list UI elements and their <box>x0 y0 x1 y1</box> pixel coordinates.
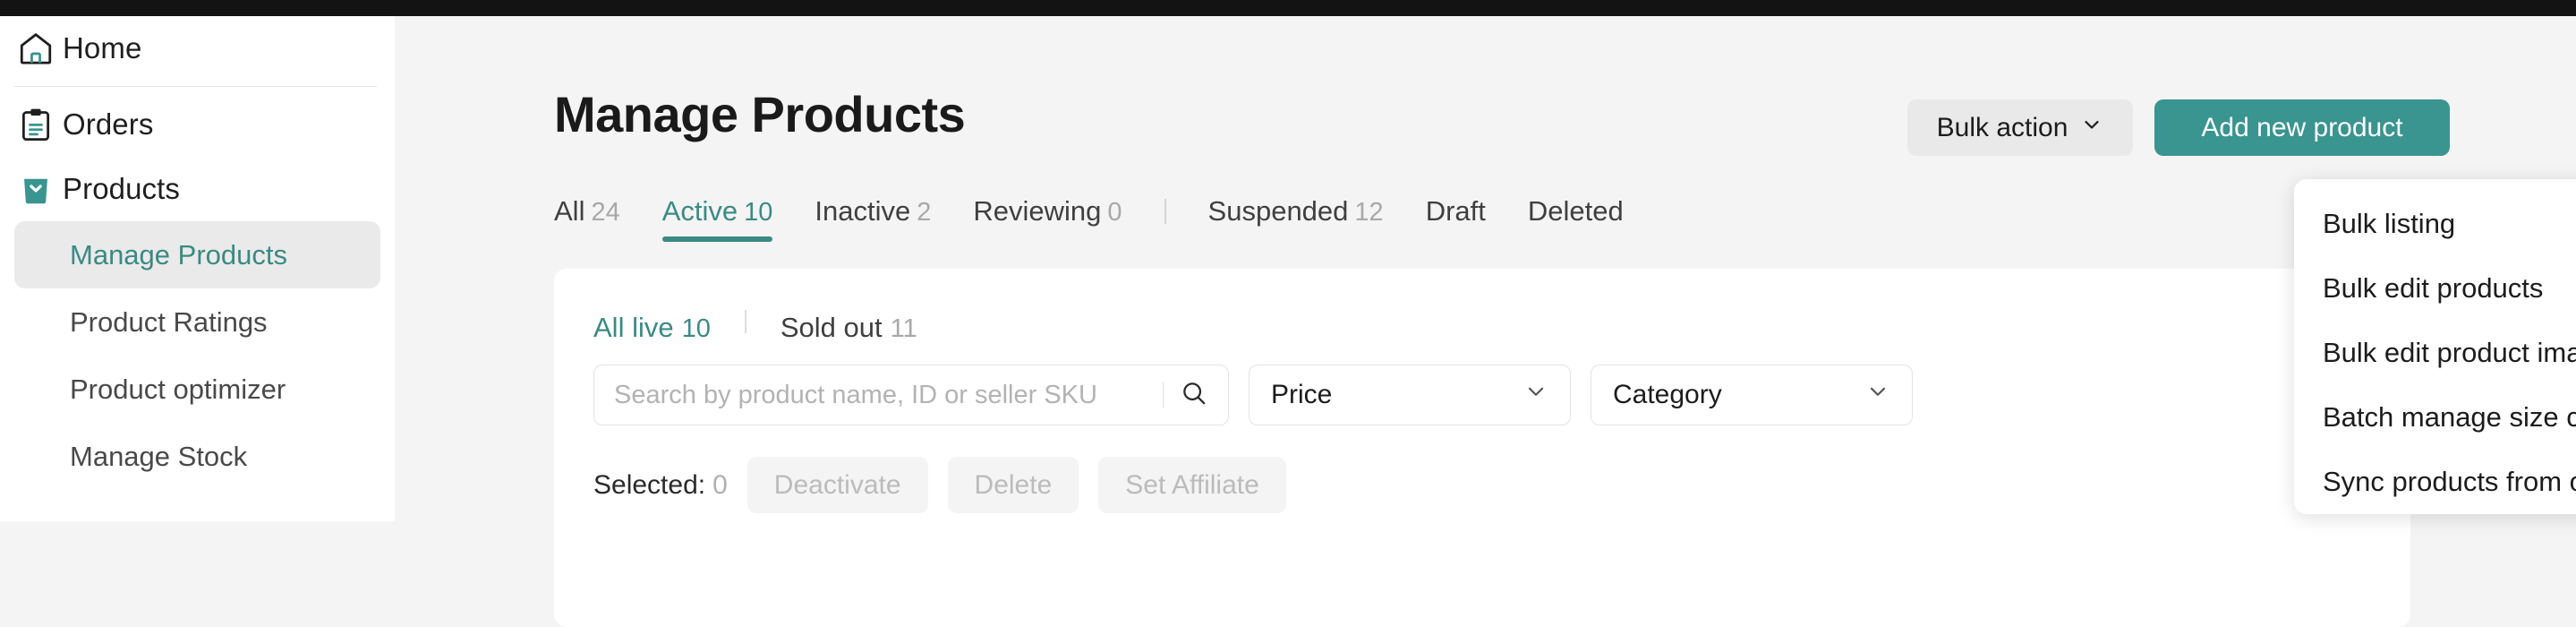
live-tab-divider <box>745 310 746 333</box>
search-placeholder: Search by product name, ID or seller SKU <box>614 381 1163 410</box>
tab-count: 0 <box>1107 198 1122 228</box>
filters-row: Search by product name, ID or seller SKU… <box>593 365 1913 425</box>
tab-deleted[interactable]: Deleted <box>1528 195 1624 242</box>
status-tabs: All 24 Active 10 Inactive 2 Reviewing 0 … <box>554 195 1666 242</box>
menu-item-label: Batch manage size charts <box>2323 401 2576 434</box>
selected-number: 0 <box>712 470 728 501</box>
menu-item-label: Bulk edit products <box>2323 272 2543 305</box>
sidebar-item-manage-stock[interactable]: Manage Stock <box>14 423 380 490</box>
menu-item-label: Bulk edit product images <box>2323 337 2576 369</box>
search-icon[interactable] <box>1180 379 1208 412</box>
main-content: Manage Products Bulk action Add new prod… <box>395 16 2576 521</box>
tab-label: Active <box>662 195 738 228</box>
menu-item-sync-products[interactable]: Sync products from other platforms <box>2294 450 2576 514</box>
sidebar-subitem-label: Manage Stock <box>70 441 247 473</box>
sidebar-item-orders[interactable]: Orders <box>0 92 395 157</box>
chevron-down-icon <box>1865 379 1890 411</box>
chevron-down-icon <box>2080 113 2103 143</box>
sidebar-item-product-optimizer[interactable]: Product optimizer <box>14 356 380 423</box>
sidebar-item-label: Products <box>63 172 180 206</box>
sidebar: Home Orders Products Manage Products Pro… <box>0 16 395 521</box>
live-tab-count: 10 <box>682 314 711 344</box>
selected-count-label: Selected: 0 <box>593 470 728 501</box>
bulk-action-label: Bulk action <box>1937 113 2068 143</box>
menu-item-label: Bulk listing <box>2323 208 2455 240</box>
add-new-product-button[interactable]: Add new product <box>2154 99 2450 156</box>
tab-label: Deleted <box>1528 195 1624 228</box>
sidebar-item-manage-products[interactable]: Manage Products <box>14 221 380 288</box>
tab-count: 24 <box>591 198 619 228</box>
price-filter-select[interactable]: Price <box>1249 365 1571 425</box>
tab-suspended[interactable]: Suspended 12 <box>1208 195 1384 242</box>
bulk-action-dropdown-menu: Bulk listing Bulk edit products Bulk edi… <box>2294 179 2576 514</box>
page-title: Manage Products <box>554 85 965 143</box>
tab-label: All <box>554 195 584 228</box>
search-input[interactable]: Search by product name, ID or seller SKU <box>593 365 1229 425</box>
menu-item-bulk-listing[interactable]: Bulk listing <box>2294 192 2576 256</box>
menu-item-label: Sync products from other platforms <box>2323 466 2576 498</box>
live-tab-count: 11 <box>891 314 917 344</box>
home-icon <box>16 29 55 68</box>
price-filter-label: Price <box>1271 380 1332 410</box>
sidebar-item-label: Orders <box>63 107 153 142</box>
delete-button[interactable]: Delete <box>948 457 1079 513</box>
sidebar-item-products[interactable]: Products <box>0 157 395 221</box>
tab-sold-out[interactable]: Sold out 11 <box>780 312 917 344</box>
menu-item-bulk-edit-product-images[interactable]: Bulk edit product images <box>2294 321 2576 385</box>
tab-count: 2 <box>917 198 931 228</box>
tab-all-live[interactable]: All live 10 <box>593 312 711 344</box>
delete-label: Delete <box>975 470 1053 501</box>
add-new-product-label: Add new product <box>2201 113 2402 143</box>
tab-all[interactable]: All 24 <box>554 195 620 242</box>
products-card: All live 10 Sold out 11 Search by produc… <box>554 269 2410 627</box>
category-filter-select[interactable]: Category <box>1591 365 1913 425</box>
tab-count: 10 <box>744 198 772 228</box>
category-filter-label: Category <box>1613 380 1722 410</box>
clipboard-icon <box>16 105 55 144</box>
tab-count: 12 <box>1354 198 1383 228</box>
selected-text: Selected: <box>593 470 705 501</box>
live-tab-label: All live <box>593 312 674 344</box>
sidebar-divider <box>14 86 377 87</box>
sidebar-item-product-ratings[interactable]: Product Ratings <box>14 288 380 356</box>
set-affiliate-button[interactable]: Set Affiliate <box>1098 457 1286 513</box>
chevron-down-icon <box>1523 379 1548 411</box>
live-tab-label: Sold out <box>780 312 883 344</box>
sidebar-subitem-label: Manage Products <box>70 239 287 271</box>
bulk-selection-row: Selected: 0 Deactivate Delete Set Affili… <box>593 457 1286 513</box>
tab-label: Reviewing <box>973 195 1101 228</box>
set-affiliate-label: Set Affiliate <box>1125 470 1259 501</box>
deactivate-label: Deactivate <box>774 470 901 501</box>
tab-label: Suspended <box>1208 195 1349 228</box>
bulk-action-button[interactable]: Bulk action <box>1907 99 2133 156</box>
tab-label: Draft <box>1426 195 1486 228</box>
tab-label: Inactive <box>815 195 910 228</box>
sidebar-subitem-label: Product Ratings <box>70 306 268 339</box>
deactivate-button[interactable]: Deactivate <box>747 457 928 513</box>
tab-divider <box>1164 199 1166 224</box>
tab-draft[interactable]: Draft <box>1426 195 1486 242</box>
tab-reviewing[interactable]: Reviewing 0 <box>973 195 1122 242</box>
sidebar-item-label: Home <box>63 31 141 65</box>
menu-item-batch-manage-size-charts[interactable]: Batch manage size charts <box>2294 385 2576 450</box>
live-tabs: All live 10 Sold out 11 <box>593 312 917 344</box>
tab-inactive[interactable]: Inactive 2 <box>815 195 931 242</box>
search-divider <box>1163 382 1164 408</box>
tab-active[interactable]: Active 10 <box>662 195 773 242</box>
products-bag-icon <box>16 169 55 209</box>
top-black-bar <box>0 0 2576 16</box>
menu-item-bulk-edit-products[interactable]: Bulk edit products <box>2294 256 2576 321</box>
sidebar-subitem-label: Product optimizer <box>70 374 286 406</box>
sidebar-item-home[interactable]: Home <box>0 16 395 81</box>
